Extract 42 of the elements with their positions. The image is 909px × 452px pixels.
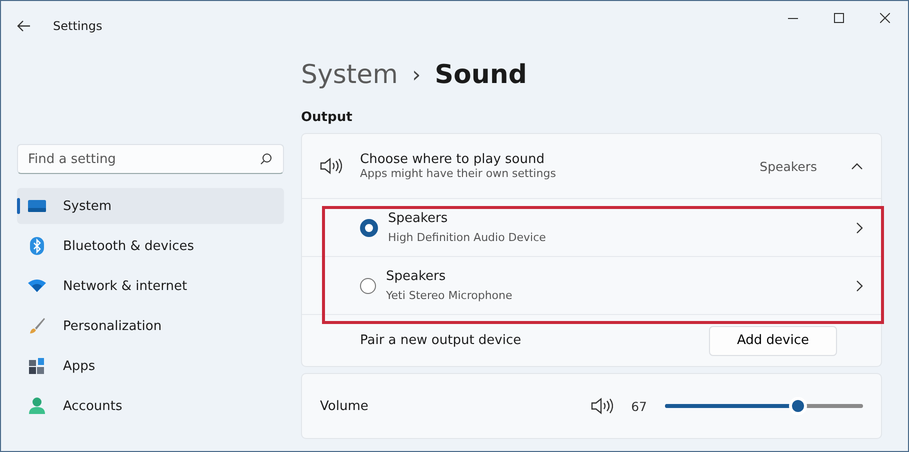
chevron-right-icon	[856, 280, 863, 292]
sidebar-item[interactable]: Bluetooth & devices	[17, 228, 284, 264]
chevron-right-icon	[856, 222, 863, 234]
speaker-icon	[591, 397, 614, 415]
search-field[interactable]: Find a setting	[17, 144, 284, 174]
apps-icon	[29, 358, 45, 374]
add-device-button[interactable]: Add device	[709, 326, 837, 356]
wifi-icon	[28, 279, 46, 293]
setting-description: Apps might have their own settings	[360, 167, 556, 180]
chevron-up-icon[interactable]	[851, 162, 863, 170]
sidebar-item[interactable]: System	[17, 188, 284, 224]
setting-title: Choose where to play sound	[360, 152, 546, 167]
volume-reading: 67	[631, 398, 647, 414]
window-title: Settings	[53, 19, 102, 33]
sidebar-item[interactable]: Accounts	[17, 388, 284, 424]
device-name: Speakers	[388, 211, 449, 226]
setting-label: Pair a new output device	[360, 333, 522, 348]
brush-icon	[28, 317, 46, 335]
close-icon[interactable]	[880, 13, 890, 23]
sidebar-item[interactable]: Apps	[17, 348, 284, 384]
sidebar-item[interactable]: Network & internet	[17, 268, 284, 304]
radio-button[interactable]	[360, 278, 376, 294]
breadcrumb-separator: ›	[412, 62, 421, 88]
bluetooth-icon	[30, 237, 44, 255]
setting-label: Volume	[320, 398, 370, 414]
sidebar-item[interactable]: Personalization	[17, 308, 284, 344]
maximize-icon[interactable]	[834, 13, 844, 23]
device-description: High Definition Audio Device	[388, 231, 547, 244]
speaker-icon	[320, 157, 342, 175]
monitor-icon	[28, 199, 46, 213]
radio-button[interactable]	[360, 218, 378, 236]
breadcrumb-link[interactable]: System	[301, 60, 398, 90]
person-icon	[29, 397, 45, 415]
back-icon[interactable]	[17, 20, 31, 32]
device-option[interactable]: Speakers Yeti Stereo Microphone	[302, 256, 881, 314]
device-description: Yeti Stereo Microphone	[386, 289, 514, 302]
device-name: Speakers	[386, 269, 447, 284]
page-title: Sound	[434, 60, 527, 90]
device-option[interactable]: Speakers High Definition Audio Device	[302, 198, 881, 256]
selected-value: Speakers	[760, 158, 817, 174]
search-icon	[260, 153, 272, 165]
section-heading: Output	[301, 110, 354, 125]
